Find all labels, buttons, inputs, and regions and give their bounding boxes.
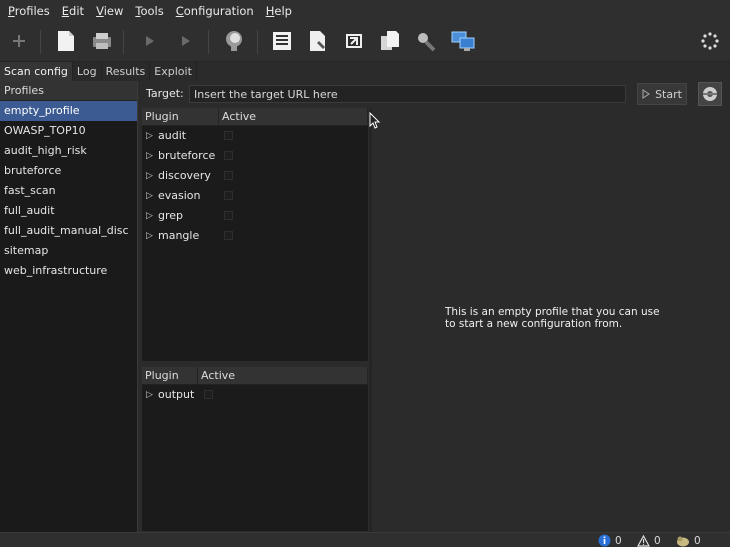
profile-item[interactable]: fast_scan	[0, 181, 137, 201]
info-icon	[598, 534, 611, 547]
menu-edit[interactable]: Edit	[54, 0, 88, 22]
start-button[interactable]: Start	[637, 83, 687, 105]
tab-scan-config[interactable]: Scan config	[0, 62, 73, 81]
plugin-name: audit	[158, 129, 187, 142]
menu-tools[interactable]: Tools	[127, 0, 167, 22]
toolbar-separator	[208, 30, 209, 54]
tree-row[interactable]: ▷ mangle	[142, 226, 368, 246]
menu-configuration[interactable]: Configuration	[168, 0, 258, 22]
toolbar-separator	[257, 30, 258, 54]
main-tabs: Scan config Log Results Exploit	[0, 62, 197, 81]
warning-count: 0	[654, 534, 661, 547]
menu-help[interactable]: Help	[258, 0, 296, 22]
expand-arrow-icon[interactable]: ▷	[142, 206, 158, 226]
output-plugin-tree: Plugin Active ▷ output	[141, 366, 369, 532]
toolbar-separator	[40, 30, 41, 54]
text-document-icon[interactable]	[269, 28, 295, 54]
active-checkbox[interactable]	[224, 231, 233, 240]
warning-counter[interactable]: 0	[637, 533, 661, 547]
plugin-name: grep	[158, 209, 184, 222]
target-label: Target:	[146, 87, 184, 100]
output-tree-header: Plugin Active	[142, 367, 368, 385]
active-checkbox[interactable]	[224, 131, 233, 140]
export-icon[interactable]	[341, 28, 367, 54]
new-plugin-icon[interactable]	[6, 28, 32, 54]
column-header-active[interactable]: Active	[219, 108, 368, 125]
description-pane: This is an empty profile that you can us…	[371, 107, 730, 532]
tree-row[interactable]: ▷ bruteforce	[142, 146, 368, 166]
plugin-name: discovery	[158, 169, 211, 182]
wizard-head-icon[interactable]	[221, 28, 247, 54]
profile-item[interactable]: full_audit_manual_disc	[0, 221, 137, 241]
play-icon[interactable]	[137, 28, 163, 54]
plugin-name: mangle	[158, 229, 200, 242]
profile-item[interactable]: full_audit	[0, 201, 137, 221]
start-label: Start	[655, 87, 682, 101]
mouse-cursor-icon	[369, 111, 381, 133]
menu-bar: Profiles Edit View Tools Configuration H…	[0, 0, 730, 22]
advanced-target-button[interactable]	[698, 82, 722, 106]
info-counter[interactable]: 0	[598, 533, 622, 547]
expand-arrow-icon[interactable]: ▷	[142, 146, 158, 166]
search-icon[interactable]	[413, 28, 439, 54]
expand-arrow-icon[interactable]: ▷	[142, 226, 158, 246]
compare-icon[interactable]	[377, 28, 403, 54]
column-header-active[interactable]: Active	[198, 367, 368, 384]
tree-row[interactable]: ▷ audit	[142, 126, 368, 146]
bug-icon	[677, 536, 689, 546]
plugin-name: evasion	[158, 189, 201, 202]
tab-exploit[interactable]: Exploit	[150, 62, 197, 81]
tab-log[interactable]: Log	[72, 62, 102, 81]
play-icon	[642, 89, 650, 99]
save-profile-icon[interactable]	[89, 28, 115, 54]
profiles-panel: Profiles empty_profile OWASP_TOP10 audit…	[0, 81, 138, 532]
profile-item[interactable]: audit_high_risk	[0, 141, 137, 161]
tree-row[interactable]: ▷ discovery	[142, 166, 368, 186]
target-url-input[interactable]	[189, 85, 626, 103]
plugin-name: output	[158, 388, 195, 401]
tree-row[interactable]: ▷ grep	[142, 206, 368, 226]
profile-item[interactable]: empty_profile	[0, 101, 137, 121]
active-checkbox[interactable]	[224, 191, 233, 200]
proxy-icon[interactable]	[450, 28, 476, 54]
plugin-tree: Plugin Active ▷ audit ▷ bruteforce ▷ dis…	[141, 107, 369, 362]
expand-arrow-icon[interactable]: ▷	[142, 186, 158, 206]
active-checkbox[interactable]	[224, 171, 233, 180]
profile-item[interactable]: bruteforce	[0, 161, 137, 181]
toolbar	[0, 22, 730, 62]
warning-icon	[637, 534, 650, 547]
plugin-name: bruteforce	[158, 149, 216, 162]
profiles-header[interactable]: Profiles	[0, 81, 137, 101]
new-profile-icon[interactable]	[53, 28, 79, 54]
step-icon[interactable]	[173, 28, 199, 54]
profile-item[interactable]: web_infrastructure	[0, 261, 137, 281]
settings-icon	[703, 87, 717, 101]
profile-item[interactable]: OWASP_TOP10	[0, 121, 137, 141]
column-header-plugin[interactable]: Plugin	[142, 108, 219, 125]
expand-arrow-icon[interactable]: ▷	[142, 166, 158, 186]
expand-arrow-icon[interactable]: ▷	[142, 385, 158, 405]
column-header-plugin[interactable]: Plugin	[142, 367, 198, 384]
profile-description: This is an empty profile that you can us…	[445, 306, 660, 330]
active-checkbox[interactable]	[224, 211, 233, 220]
vulnerability-counter[interactable]: 0	[676, 533, 701, 547]
info-count: 0	[615, 534, 622, 547]
plugin-tree-header: Plugin Active	[142, 108, 368, 126]
tab-results[interactable]: Results	[101, 62, 151, 81]
edit-document-icon[interactable]	[305, 28, 331, 54]
vulnerability-count: 0	[694, 534, 701, 547]
menu-profiles[interactable]: Profiles	[0, 0, 54, 22]
active-checkbox[interactable]	[224, 151, 233, 160]
tree-row[interactable]: ▷ evasion	[142, 186, 368, 206]
throbber-icon	[697, 28, 723, 54]
tree-row[interactable]: ▷ output	[142, 385, 368, 405]
expand-arrow-icon[interactable]: ▷	[142, 126, 158, 146]
status-bar: 0 0 0	[0, 532, 730, 547]
toolbar-separator	[123, 30, 124, 54]
menu-view[interactable]: View	[88, 0, 127, 22]
profile-item[interactable]: sitemap	[0, 241, 137, 261]
active-checkbox[interactable]	[204, 390, 213, 399]
